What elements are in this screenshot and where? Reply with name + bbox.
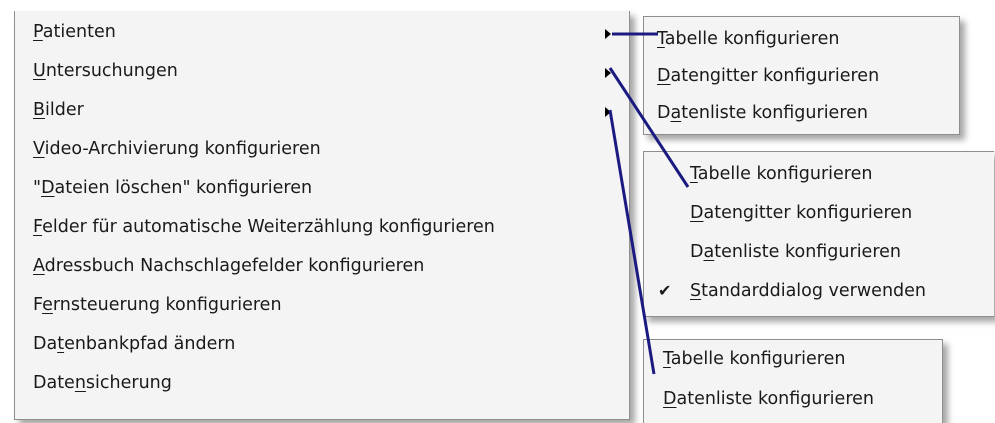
connector-untersuchungen [608, 67, 690, 188]
connector-bilder [608, 109, 656, 375]
annotation-connectors [608, 32, 690, 375]
